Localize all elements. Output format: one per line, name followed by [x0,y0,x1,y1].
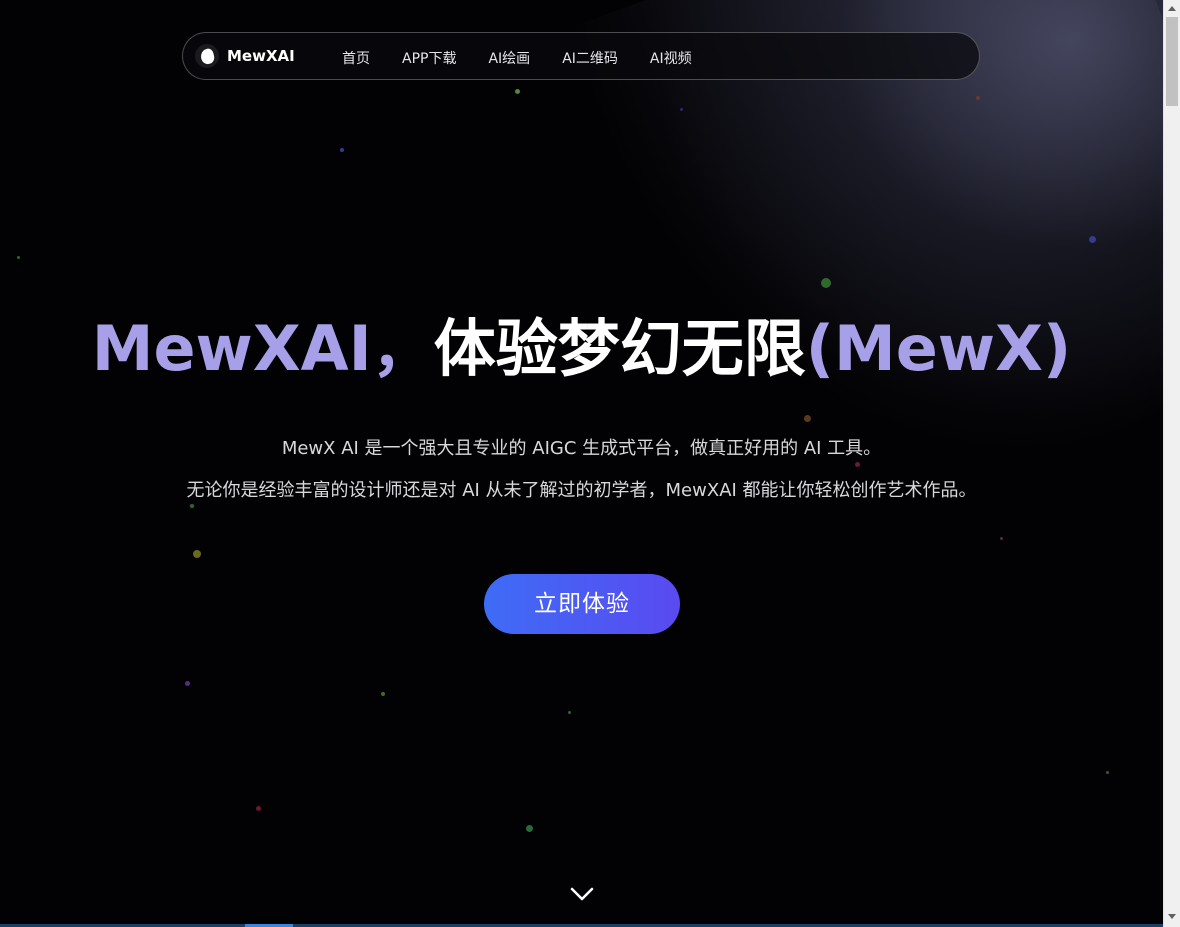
brand-name: MewXAI [227,47,295,65]
scroll-up-arrow-icon[interactable] [1168,6,1176,11]
star-particle [804,415,811,422]
star-particle [193,550,201,558]
hero-title-brand: MewXAI， [91,312,434,385]
hero-title-slogan: 体验梦幻无限 [433,312,806,385]
star-particle [190,504,194,508]
nav-link-ai-painting[interactable]: AI绘画 [488,48,530,68]
page-viewport: MewXAI 首页 APP下载 AI绘画 AI二维码 AI视频 MewXAI，体… [0,0,1163,927]
star-particle [1000,537,1003,540]
chevron-down-icon[interactable] [569,884,595,904]
star-particle [185,681,190,686]
hero-subtitle-line2: 无论你是经验丰富的设计师还是对 AI 从未了解过的初学者，MewXAI 都能让你… [186,480,977,501]
star-particle [381,692,385,696]
star-particle [568,711,571,714]
top-navbar: MewXAI 首页 APP下载 AI绘画 AI二维码 AI视频 [182,32,980,80]
star-particle [17,256,20,259]
nav-link-home[interactable]: 首页 [342,48,370,68]
nav-link-app-download[interactable]: APP下载 [402,48,456,68]
star-particle [680,108,683,111]
brand[interactable]: MewXAI [195,44,295,68]
star-particle [1089,236,1096,243]
cat-logo-icon [195,44,219,68]
star-particle [515,89,520,94]
star-particle [256,806,261,811]
star-particle [1106,771,1109,774]
star-particle [526,825,533,832]
hero-title-suffix: (MewX) [805,312,1072,385]
star-particle [976,96,980,100]
star-particle [340,148,344,152]
scrollbar-thumb[interactable] [1166,17,1178,106]
nav-link-ai-video[interactable]: AI视频 [650,48,692,68]
nav-links: 首页 APP下载 AI绘画 AI二维码 AI视频 [342,48,724,68]
scroll-down-arrow-icon[interactable] [1168,914,1176,919]
hero-title: MewXAI，体验梦幻无限(MewX) [0,298,1163,388]
hero-subtitle-line1: MewX AI 是一个强大且专业的 AIGC 生成式平台，做真正好用的 AI 工… [281,438,882,459]
vertical-scrollbar[interactable] [1163,0,1180,927]
nav-link-ai-qrcode[interactable]: AI二维码 [562,48,618,68]
try-now-button[interactable]: 立即体验 [484,574,680,634]
star-particle [821,278,831,288]
star-particle [855,462,860,467]
